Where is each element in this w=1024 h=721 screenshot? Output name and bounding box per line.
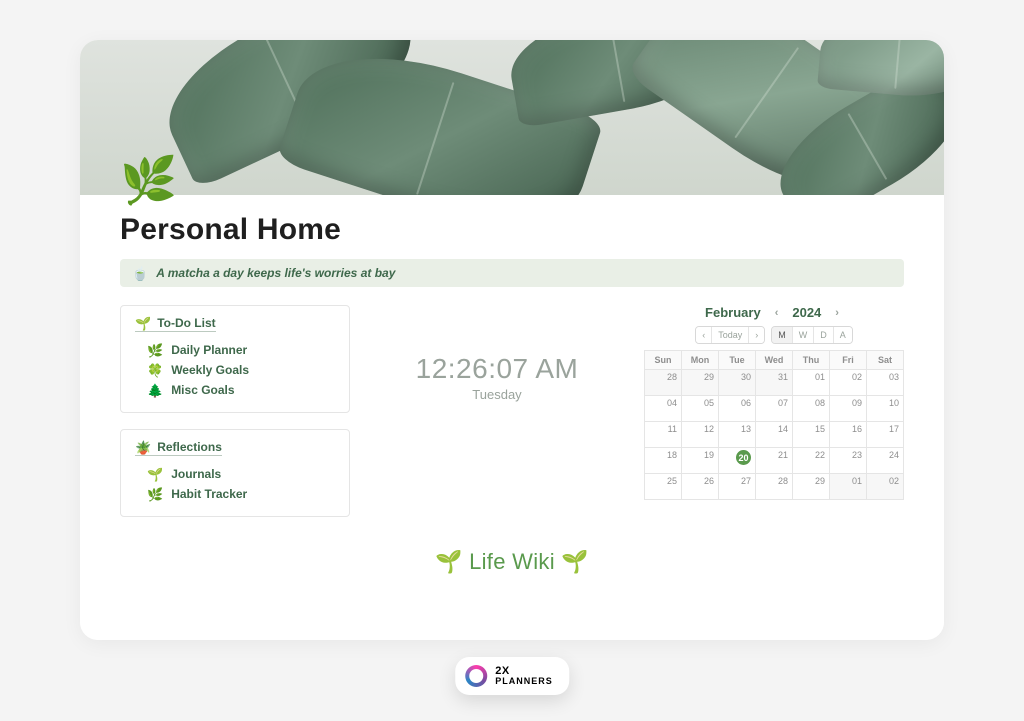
calendar-day[interactable]: 01 (830, 474, 867, 500)
reflections-card: 🪴 Reflections 🌱 Journals 🌿 Habit Tracker (120, 429, 350, 517)
item-label: Journals (171, 467, 221, 481)
calendar-month: February (705, 305, 761, 320)
calendar-day[interactable]: 09 (830, 396, 867, 422)
calendar-day[interactable]: 29 (682, 370, 719, 396)
calendar-prev2-button[interactable]: ‹ (696, 327, 711, 343)
life-wiki-heading: 🌱 Life Wiki 🌱 (120, 549, 904, 575)
calendar-day[interactable]: 10 (867, 396, 904, 422)
calendar-next-button[interactable]: › (831, 307, 843, 319)
calendar-day[interactable]: 01 (793, 370, 830, 396)
calendar-day[interactable]: 20 (719, 448, 756, 474)
calendar-weekday: Sat (867, 351, 904, 370)
planners-logo-icon (465, 665, 487, 687)
quote-icon: 🍵 (132, 267, 148, 280)
item-label: Misc Goals (171, 383, 234, 397)
calendar-day[interactable]: 25 (645, 474, 682, 500)
calendar-view-m[interactable]: M (772, 327, 792, 343)
calendar-day[interactable]: 13 (719, 422, 756, 448)
calendar-day[interactable]: 17 (867, 422, 904, 448)
calendar-day[interactable]: 05 (682, 396, 719, 422)
calendar-weekday: Wed (756, 351, 793, 370)
calendar-day[interactable]: 11 (645, 422, 682, 448)
quote-callout: 🍵 A matcha a day keeps life's worries at… (120, 259, 904, 287)
calendar-view-a[interactable]: A (833, 327, 852, 343)
calendar-day[interactable]: 23 (830, 448, 867, 474)
calendar-next2-button[interactable]: › (748, 327, 764, 343)
calendar-weekday: Mon (682, 351, 719, 370)
life-wiki-label: Life Wiki (469, 549, 555, 574)
calendar-today-button[interactable]: Today (711, 327, 748, 343)
item-icon: 🌱 (147, 468, 163, 481)
calendar-day[interactable]: 15 (793, 422, 830, 448)
calendar-day[interactable]: 14 (756, 422, 793, 448)
seedling-icon: 🌱 (435, 549, 463, 574)
planners-badge[interactable]: 2X PLANNERS (455, 657, 569, 695)
calendar-prev-button[interactable]: ‹ (771, 307, 783, 319)
calendar-day[interactable]: 22 (793, 448, 830, 474)
item-icon: 🍀 (147, 364, 163, 377)
todo-item[interactable]: 🍀 Weekly Goals (135, 360, 335, 380)
reflections-title: Reflections (157, 440, 222, 454)
calendar-day[interactable]: 03 (867, 370, 904, 396)
calendar-day[interactable]: 24 (867, 448, 904, 474)
calendar-day[interactable]: 26 (682, 474, 719, 500)
item-label: Habit Tracker (171, 487, 247, 501)
calendar-day[interactable]: 28 (645, 370, 682, 396)
item-label: Daily Planner (171, 343, 247, 357)
seedling-icon: 🌱 (561, 549, 589, 574)
calendar-weekday: Fri (830, 351, 867, 370)
calendar-day[interactable]: 06 (719, 396, 756, 422)
calendar-day[interactable]: 31 (756, 370, 793, 396)
todo-card: 🌱 To-Do List 🌿 Daily Planner 🍀 Weekly Goals… (120, 305, 350, 413)
item-icon: 🌲 (147, 384, 163, 397)
cover-image (80, 40, 944, 195)
todo-heading[interactable]: 🌱 To-Do List (135, 316, 216, 332)
calendar-day[interactable]: 16 (830, 422, 867, 448)
todo-item[interactable]: 🌿 Daily Planner (135, 340, 335, 360)
reflections-heading[interactable]: 🪴 Reflections (135, 440, 222, 456)
calendar-today-marker: 20 (736, 450, 751, 465)
calendar-weekday: Sun (645, 351, 682, 370)
calendar-day[interactable]: 30 (719, 370, 756, 396)
badge-line2: PLANNERS (495, 677, 553, 686)
calendar-day[interactable]: 29 (793, 474, 830, 500)
todo-title: To-Do List (157, 316, 215, 330)
calendar-day[interactable]: 27 (719, 474, 756, 500)
calendar-grid[interactable]: SunMonTueWedThuFriSat 282930310102030405… (644, 350, 904, 500)
quote-text: A matcha a day keeps life's worries at b… (156, 266, 395, 280)
seedling-icon: 🌱 (135, 317, 151, 330)
calendar-day[interactable]: 21 (756, 448, 793, 474)
calendar-day[interactable]: 02 (867, 474, 904, 500)
reflections-item[interactable]: 🌿 Habit Tracker (135, 484, 335, 504)
page-title: Personal Home (120, 195, 904, 247)
calendar-day[interactable]: 28 (756, 474, 793, 500)
calendar-day[interactable]: 04 (645, 396, 682, 422)
item-icon: 🌿 (147, 344, 163, 357)
page-icon: 🌿 (120, 157, 177, 203)
clock-widget: 12:26:07 AM Tuesday (374, 305, 620, 402)
calendar-day[interactable]: 12 (682, 422, 719, 448)
calendar-weekday: Tue (719, 351, 756, 370)
calendar-weekday: Thu (793, 351, 830, 370)
clock-day: Tuesday (472, 387, 521, 402)
calendar-day[interactable]: 07 (756, 396, 793, 422)
app-window: 🌿 Personal Home 🍵 A matcha a day keeps l… (80, 40, 944, 640)
calendar-view-d[interactable]: D (813, 327, 833, 343)
calendar-year: 2024 (792, 305, 821, 320)
calendar-day[interactable]: 08 (793, 396, 830, 422)
item-icon: 🌿 (147, 488, 163, 501)
calendar-day[interactable]: 18 (645, 448, 682, 474)
reflections-item[interactable]: 🌱 Journals (135, 464, 335, 484)
calendar-view-w[interactable]: W (792, 327, 814, 343)
item-label: Weekly Goals (171, 363, 249, 377)
calendar-widget: February ‹ 2024 › ‹ Today › MWDA SunMonT… (644, 305, 904, 500)
plant-icon: 🪴 (135, 441, 151, 454)
clock-time: 12:26:07 AM (416, 353, 579, 385)
calendar-day[interactable]: 02 (830, 370, 867, 396)
todo-item[interactable]: 🌲 Misc Goals (135, 380, 335, 400)
calendar-day[interactable]: 19 (682, 448, 719, 474)
